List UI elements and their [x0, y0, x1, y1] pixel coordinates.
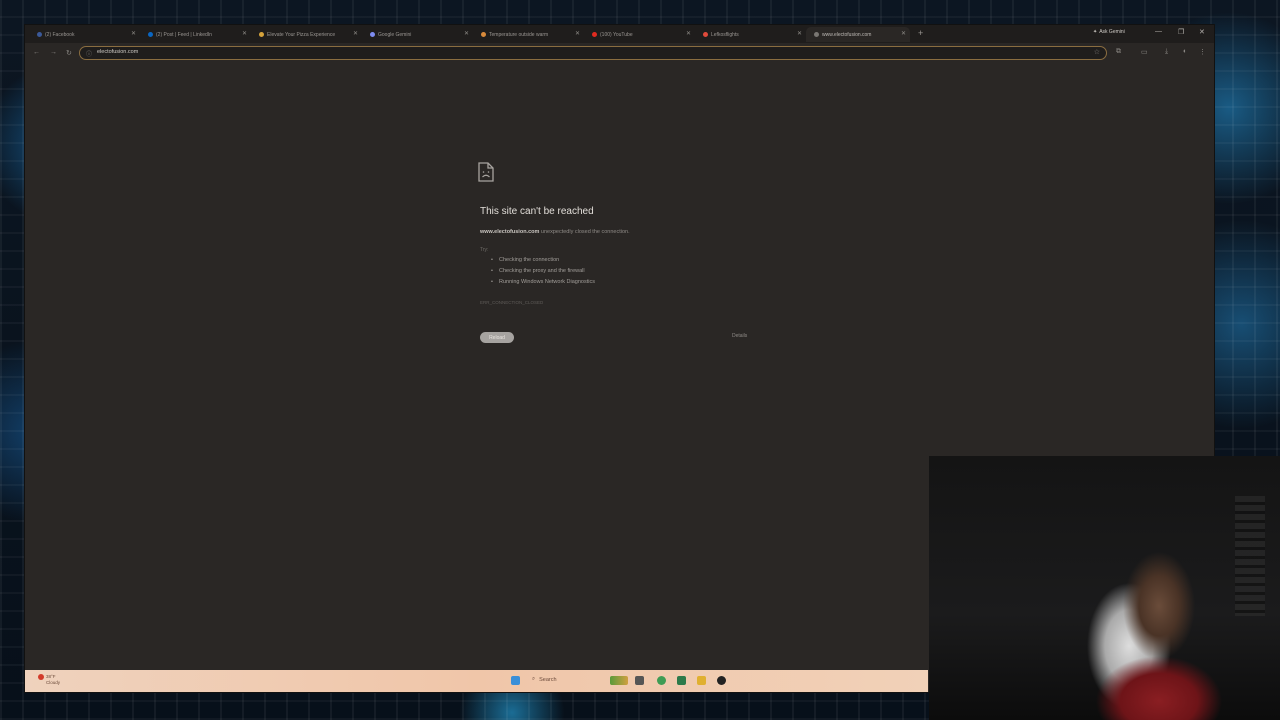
background-shelf — [1235, 496, 1265, 616]
taskbar: 38°F Cloudy ⌕ Search — [25, 670, 928, 692]
tab-facebook[interactable]: (2) Facebook ✕ — [29, 27, 140, 42]
file-explorer-icon[interactable] — [697, 676, 706, 685]
start-icon[interactable] — [511, 676, 520, 685]
sidebar-icon[interactable]: ▭ — [1141, 48, 1148, 56]
reload-button[interactable]: Reload — [480, 332, 514, 343]
task-view-icon[interactable] — [635, 676, 644, 685]
ask-gemini-button[interactable]: ✦ Ask Gemini — [1093, 29, 1125, 35]
error-message-text: unexpectedly closed the connection. — [540, 229, 630, 235]
app-icon[interactable] — [717, 676, 726, 685]
tab-label: (2) Post | Feed | LinkedIn — [156, 31, 212, 38]
search-icon: ⌕ — [532, 676, 536, 682]
error-code: ERR_CONNECTION_CLOSED — [480, 300, 544, 305]
menu-icon[interactable]: ⋮ — [1199, 48, 1206, 56]
restore-icon[interactable]: ❐ — [1178, 28, 1184, 36]
facebook-icon — [37, 32, 42, 37]
suggestion-item: Checking the proxy and the firewall — [491, 268, 595, 279]
extensions-icon[interactable]: ⧉ — [1116, 48, 1121, 56]
tab-label: (100) YouTube — [600, 31, 633, 38]
tab-youtube[interactable]: (100) YouTube ✕ — [584, 27, 695, 42]
tab-label: (2) Facebook — [45, 31, 75, 38]
suggestion-item[interactable]: Running Windows Network Diagnostics — [491, 279, 595, 290]
tab-label: www.electofusion.com — [822, 31, 872, 38]
window-close-icon[interactable]: ✕ — [1199, 28, 1205, 36]
taskbar-search[interactable]: ⌕ Search — [532, 676, 557, 683]
sad-document-icon — [478, 162, 494, 182]
address-bar[interactable]: ⓘ electofusion.com ☆ — [79, 46, 1107, 60]
close-icon[interactable]: ✕ — [797, 30, 802, 37]
try-label: Try: — [480, 247, 489, 253]
close-icon[interactable]: ✕ — [901, 30, 906, 37]
tab-label: Google Gemini — [378, 31, 412, 38]
forward-icon[interactable]: → — [50, 49, 57, 56]
error-message: www.electofusion.com unexpectedly closed… — [480, 229, 630, 235]
tab-gemini[interactable]: Google Gemini ✕ — [362, 27, 473, 42]
linkedin-icon — [148, 32, 153, 37]
app-icon[interactable] — [677, 676, 686, 685]
search-label: Search — [539, 676, 557, 683]
new-tab-button[interactable]: + — [918, 28, 923, 38]
close-icon[interactable]: ✕ — [242, 30, 247, 37]
back-icon[interactable]: ← — [33, 49, 40, 56]
tab-pizza[interactable]: Elevate Your Pizza Experience ✕ — [251, 27, 362, 42]
minimize-icon[interactable]: — — [1155, 28, 1162, 35]
webcam-overlay — [929, 456, 1280, 720]
error-title: This site can't be reached — [480, 206, 594, 217]
weather-widget[interactable]: 38°F Cloudy — [38, 674, 60, 686]
reload-icon[interactable]: ↻ — [66, 49, 72, 57]
weather-icon — [38, 674, 44, 680]
site-icon — [703, 32, 708, 37]
tab-linkedin[interactable]: (2) Post | Feed | LinkedIn ✕ — [140, 27, 251, 42]
details-button[interactable]: Details — [732, 333, 747, 339]
tab-electofusion[interactable]: www.electofusion.com ✕ — [806, 27, 910, 42]
close-icon[interactable]: ✕ — [131, 30, 136, 37]
site-icon — [259, 32, 264, 37]
close-icon[interactable]: ✕ — [686, 30, 691, 37]
error-domain: www.electofusion.com — [480, 229, 540, 235]
tab-flights[interactable]: Lefkosflights ✕ — [695, 27, 806, 42]
address-bar-url[interactable]: electofusion.com — [97, 49, 138, 55]
youtube-icon — [592, 32, 597, 37]
sparkle-icon: ✦ — [1093, 29, 1098, 35]
chrome-icon[interactable] — [657, 676, 666, 685]
close-icon[interactable]: ✕ — [575, 30, 580, 37]
ask-gemini-label: Ask Gemini — [1099, 29, 1125, 35]
close-icon[interactable]: ✕ — [353, 30, 358, 37]
bookmark-star-icon[interactable]: ☆ — [1094, 48, 1100, 56]
weather-temp: 38°F — [46, 674, 56, 680]
globe-icon — [814, 32, 819, 37]
download-icon[interactable]: ⤓ — [1165, 48, 1168, 56]
search-highlight-icon[interactable] — [610, 676, 628, 685]
profile-icon[interactable]: ◐ — [1183, 48, 1187, 55]
suggestion-item: Checking the connection — [491, 257, 595, 268]
tab-strip: (2) Facebook ✕ (2) Post | Feed | LinkedIn… — [25, 25, 1214, 43]
tab-temperature[interactable]: Temperature outside warm ✕ — [473, 27, 584, 42]
browser-toolbar: ← → ↻ ⓘ electofusion.com ☆ ⧉ ▭ ⤓ ◐ ⋮ — [25, 43, 1214, 64]
tab-label: Elevate Your Pizza Experience — [267, 31, 336, 38]
site-icon — [481, 32, 486, 37]
tab-label: Temperature outside warm — [489, 31, 549, 38]
gemini-icon — [370, 32, 375, 37]
close-icon[interactable]: ✕ — [464, 30, 469, 37]
weather-desc: Cloudy — [46, 680, 61, 686]
tab-label: Lefkosflights — [711, 31, 739, 38]
suggestion-list: Checking the connection Checking the pro… — [491, 257, 595, 290]
site-info-icon[interactable]: ⓘ — [86, 49, 92, 58]
